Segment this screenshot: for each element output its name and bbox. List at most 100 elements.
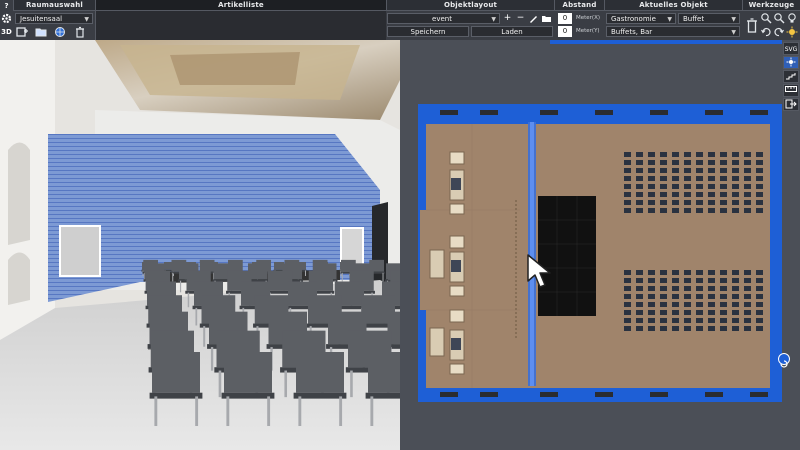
ruler-icon[interactable] bbox=[783, 84, 799, 97]
light-toggle-icon[interactable] bbox=[783, 56, 799, 69]
type-select[interactable]: Buffet ▼ bbox=[678, 13, 740, 24]
plan-chair[interactable] bbox=[756, 302, 763, 307]
plan-chair[interactable] bbox=[648, 294, 655, 299]
plan-chair[interactable] bbox=[660, 286, 667, 291]
plan-chair[interactable] bbox=[636, 302, 643, 307]
plan-chair[interactable] bbox=[744, 192, 751, 197]
plan-chair[interactable] bbox=[648, 176, 655, 181]
plan-chair[interactable] bbox=[636, 294, 643, 299]
plan-chair[interactable] bbox=[636, 176, 643, 181]
plan-chair[interactable] bbox=[648, 208, 655, 213]
plan-chair[interactable] bbox=[744, 286, 751, 291]
plan-chair[interactable] bbox=[720, 200, 727, 205]
plan-chair[interactable] bbox=[648, 270, 655, 275]
plan-chair[interactable] bbox=[624, 200, 631, 205]
plan-chair[interactable] bbox=[732, 294, 739, 299]
plan-chair[interactable] bbox=[660, 294, 667, 299]
trash-icon[interactable] bbox=[73, 25, 87, 39]
plan-chair[interactable] bbox=[660, 160, 667, 165]
plan-chair[interactable] bbox=[720, 192, 727, 197]
plan-chair[interactable] bbox=[744, 160, 751, 165]
plan-chair[interactable] bbox=[660, 152, 667, 157]
plan-chair[interactable] bbox=[732, 160, 739, 165]
plan-chair[interactable] bbox=[696, 168, 703, 173]
plan-chair[interactable] bbox=[708, 208, 715, 213]
plan-chair[interactable] bbox=[684, 278, 691, 283]
globe-icon[interactable] bbox=[53, 25, 67, 39]
plan-chair[interactable] bbox=[672, 302, 679, 307]
plan-chair[interactable] bbox=[696, 270, 703, 275]
plan-chair[interactable] bbox=[708, 168, 715, 173]
plan-chair[interactable] bbox=[696, 278, 703, 283]
floor-plan-viewport[interactable] bbox=[400, 40, 800, 450]
plan-chair[interactable] bbox=[624, 160, 631, 165]
plan-chair[interactable] bbox=[696, 302, 703, 307]
plan-chair[interactable] bbox=[624, 278, 631, 283]
plan-chair[interactable] bbox=[636, 208, 643, 213]
plan-chair[interactable] bbox=[636, 152, 643, 157]
plan-chair[interactable] bbox=[732, 200, 739, 205]
plan-chair[interactable] bbox=[696, 152, 703, 157]
plan-chair[interactable] bbox=[744, 326, 751, 331]
plan-chair[interactable] bbox=[708, 310, 715, 315]
trash-icon[interactable] bbox=[746, 16, 758, 36]
plan-chair[interactable] bbox=[708, 152, 715, 157]
plan-chair[interactable] bbox=[660, 302, 667, 307]
edit-icon[interactable] bbox=[528, 13, 539, 24]
plan-chair[interactable] bbox=[684, 152, 691, 157]
plan-chair[interactable] bbox=[684, 168, 691, 173]
plan-chair[interactable] bbox=[732, 326, 739, 331]
help-button[interactable]: ? bbox=[0, 0, 13, 12]
plan-chair[interactable] bbox=[684, 208, 691, 213]
plan-chair[interactable] bbox=[696, 208, 703, 213]
view-3d-button[interactable]: 3D bbox=[0, 26, 13, 38]
plan-chair[interactable] bbox=[756, 184, 763, 189]
plan-chair[interactable] bbox=[756, 278, 763, 283]
plan-chair[interactable] bbox=[744, 168, 751, 173]
plan-chair[interactable] bbox=[756, 152, 763, 157]
plan-chair[interactable] bbox=[684, 200, 691, 205]
plan-chair[interactable] bbox=[660, 270, 667, 275]
plan-chair[interactable] bbox=[684, 326, 691, 331]
plan-chair[interactable] bbox=[732, 270, 739, 275]
plan-chair[interactable] bbox=[672, 294, 679, 299]
plan-chair[interactable] bbox=[624, 286, 631, 291]
minus-icon[interactable]: − bbox=[515, 13, 526, 24]
plan-chair[interactable] bbox=[744, 310, 751, 315]
plan-chair[interactable] bbox=[636, 286, 643, 291]
plan-chair[interactable] bbox=[744, 200, 751, 205]
plan-chair[interactable] bbox=[708, 286, 715, 291]
plan-chair[interactable] bbox=[720, 168, 727, 173]
plan-chair[interactable] bbox=[636, 310, 643, 315]
artikelliste-title[interactable]: Artikelliste bbox=[95, 0, 386, 11]
plan-chair[interactable] bbox=[648, 184, 655, 189]
plan-chair[interactable] bbox=[684, 176, 691, 181]
plan-chair[interactable] bbox=[648, 302, 655, 307]
plan-chair[interactable] bbox=[720, 318, 727, 323]
plan-chair[interactable] bbox=[744, 278, 751, 283]
plan-chair[interactable] bbox=[696, 160, 703, 165]
plan-chair[interactable] bbox=[756, 286, 763, 291]
plan-chair[interactable] bbox=[720, 184, 727, 189]
plan-chair[interactable] bbox=[648, 286, 655, 291]
plan-chair[interactable] bbox=[672, 176, 679, 181]
layout-select[interactable]: event ▼ bbox=[387, 13, 500, 24]
plan-chair[interactable] bbox=[672, 286, 679, 291]
plan-chair[interactable] bbox=[660, 208, 667, 213]
plan-chair[interactable] bbox=[624, 176, 631, 181]
plan-chair[interactable] bbox=[672, 184, 679, 189]
plan-chair[interactable] bbox=[720, 160, 727, 165]
plan-chair[interactable] bbox=[624, 208, 631, 213]
plan-chair[interactable] bbox=[684, 184, 691, 189]
artikel-list-panel[interactable] bbox=[95, 11, 386, 40]
plan-chair[interactable] bbox=[708, 176, 715, 181]
subtype-select[interactable]: Buffets, Bar ▼ bbox=[606, 26, 740, 37]
plan-chair[interactable] bbox=[648, 152, 655, 157]
plan-chair[interactable] bbox=[624, 270, 631, 275]
plan-chair[interactable] bbox=[648, 192, 655, 197]
plan-chair[interactable] bbox=[696, 294, 703, 299]
plan-chair[interactable] bbox=[732, 310, 739, 315]
plan-chair[interactable] bbox=[720, 294, 727, 299]
plan-chair[interactable] bbox=[708, 302, 715, 307]
plan-chair[interactable] bbox=[708, 278, 715, 283]
